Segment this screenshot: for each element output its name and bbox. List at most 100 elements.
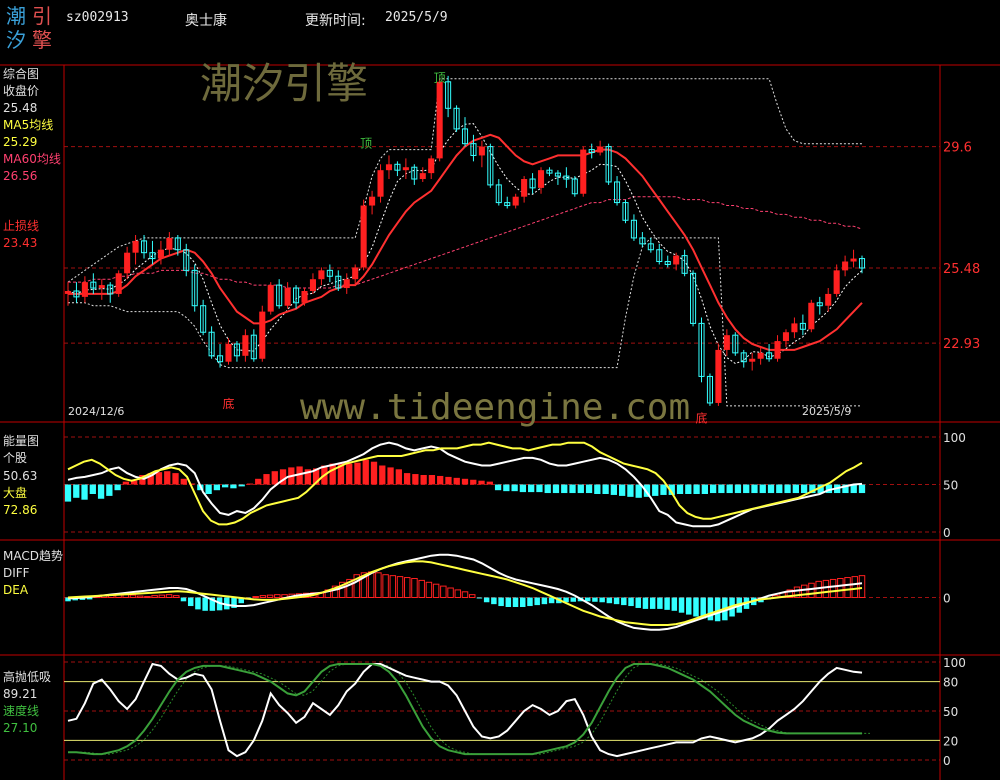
ma5-value: 25.29 [3, 135, 38, 149]
macd-bar [461, 591, 469, 598]
candle-body [81, 282, 88, 297]
macd-bar [822, 579, 830, 599]
close-value: 25.48 [3, 101, 38, 115]
energy-bar [767, 484, 775, 494]
macd-bar [367, 571, 375, 598]
energy-bar [709, 484, 717, 494]
candle-body [842, 261, 849, 271]
macd-bar [425, 581, 433, 598]
candle-body [360, 205, 367, 268]
macd-bar [476, 597, 483, 599]
dea-line [67, 560, 863, 626]
candle-body [808, 302, 815, 330]
candle-body [267, 285, 274, 312]
y-tick-label: 29.6 [943, 141, 972, 156]
energy-bar [329, 463, 336, 485]
energy-bar [453, 477, 460, 485]
candle-body [377, 170, 384, 197]
energy-bar [751, 484, 758, 494]
macd-bar [418, 579, 425, 599]
bottom-marker: 底 [222, 396, 234, 411]
candle-body [478, 146, 485, 156]
candle-body [98, 285, 105, 289]
macd-bar [144, 596, 151, 599]
lower-band-line [68, 237, 862, 407]
energy-bar [726, 484, 733, 494]
macd-bar [628, 597, 634, 607]
energy-bar [734, 484, 742, 494]
y-tick-label: 0 [943, 526, 951, 540]
candle-body [774, 341, 781, 359]
energy-bar [387, 467, 394, 485]
energy-bar [412, 474, 419, 485]
macd-bar [642, 597, 649, 609]
energy-bar [346, 463, 353, 485]
energy-bar [470, 479, 477, 485]
candle-body [64, 290, 72, 294]
top-marker: 顶 [434, 71, 446, 85]
energy-bar [478, 480, 485, 485]
energy-bar [354, 462, 361, 485]
energy-bar [676, 484, 684, 494]
osc-title: 高抛低吸 [3, 670, 52, 684]
ma60-value: 26.56 [3, 169, 38, 183]
energy-bar [263, 474, 270, 485]
macd-title: MACD趋势 [3, 549, 63, 563]
macd-bar [173, 595, 180, 598]
candle-body [352, 267, 359, 280]
energy-bar [776, 484, 783, 494]
candle-body [132, 240, 139, 253]
energy-bar [858, 484, 866, 494]
energy-bar [172, 473, 179, 485]
upper-band-line [67, 78, 862, 283]
market-value: 72.86 [3, 503, 38, 517]
energy-bar [602, 484, 609, 494]
energy-bar [230, 484, 237, 489]
y-tick-label: 100 [943, 431, 966, 445]
energy-bar [213, 484, 221, 491]
energy-bar [379, 465, 386, 485]
candle-body [157, 249, 164, 259]
energy-bar [511, 484, 518, 492]
macd-bar [440, 585, 447, 598]
candle-body [369, 196, 376, 206]
candle-body [428, 158, 435, 174]
energy-bar [122, 481, 130, 485]
macd-bar [534, 597, 540, 606]
candle-body [309, 279, 316, 291]
y-tick-label: 0 [943, 754, 951, 768]
macd-bar [520, 597, 526, 607]
candle-body [723, 335, 730, 350]
macd-bar [505, 597, 512, 607]
speed-label: 速度线 [3, 704, 40, 718]
end-date: 2025/5/9 [802, 405, 852, 418]
y-tick-label: 0 [943, 592, 951, 606]
diff-label: DIFF [3, 566, 30, 580]
energy-bar [800, 484, 808, 494]
macd-bar [570, 597, 577, 602]
start-date: 2024/12/6 [68, 405, 125, 418]
energy-bar [486, 481, 493, 485]
energy-bar [544, 484, 551, 494]
macd-bar [195, 597, 201, 610]
macd-bar [527, 597, 533, 607]
energy-bar [701, 484, 708, 494]
osc-value: 89.21 [3, 687, 38, 701]
energy-bar [461, 478, 469, 485]
macd-bar [599, 597, 605, 603]
energy-bar [437, 475, 444, 485]
energy-bar [255, 478, 262, 485]
energy-bar [362, 459, 369, 485]
close-label: 收盘价 [3, 84, 40, 98]
macd-bar [389, 575, 397, 599]
y-tick-label: 100 [943, 656, 966, 670]
macd-bar [187, 597, 194, 607]
energy-bar [594, 484, 601, 494]
energy-bar [180, 478, 187, 485]
macd-bar [837, 578, 844, 598]
ma5-line [67, 123, 863, 365]
macd-bar [202, 597, 208, 611]
energy-bar [685, 484, 692, 494]
macd-bar [649, 597, 656, 609]
macd-bar [180, 597, 187, 602]
